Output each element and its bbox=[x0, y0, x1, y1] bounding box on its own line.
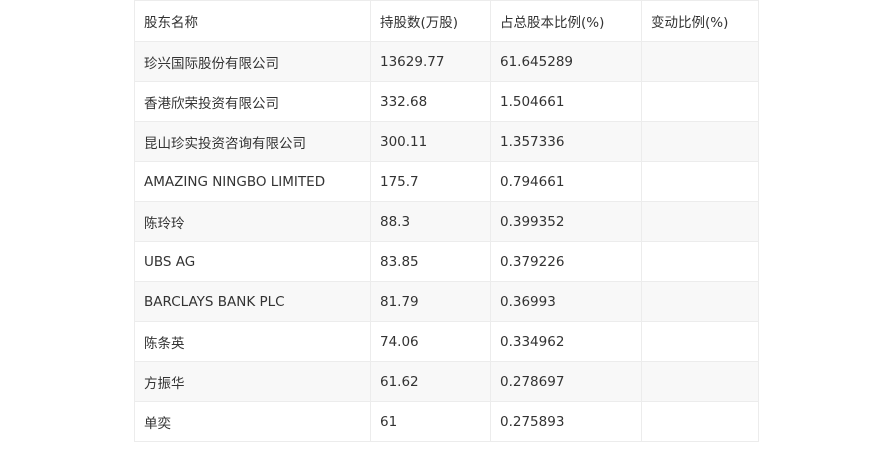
table-row: 珍兴国际股份有限公司 13629.77 61.645289 bbox=[134, 41, 759, 82]
table-row: BARCLAYS BANK PLC 81.79 0.36993 bbox=[134, 281, 759, 322]
cell-change bbox=[641, 241, 759, 282]
cell-shares: 88.3 bbox=[370, 201, 491, 242]
cell-shares: 74.06 bbox=[370, 321, 491, 362]
cell-ratio: 0.278697 bbox=[490, 361, 642, 402]
table-row: 陈玲玲 88.3 0.399352 bbox=[134, 201, 759, 242]
cell-change bbox=[641, 161, 759, 202]
cell-change bbox=[641, 361, 759, 402]
cell-shares: 13629.77 bbox=[370, 41, 491, 82]
table-header-row: 股东名称 持股数(万股) 占总股本比例(%) 变动比例(%) bbox=[134, 0, 759, 42]
cell-name: 昆山珍实投资咨询有限公司 bbox=[134, 121, 371, 162]
cell-shares: 61.62 bbox=[370, 361, 491, 402]
table-row: AMAZING NINGBO LIMITED 175.7 0.794661 bbox=[134, 161, 759, 202]
cell-name: 珍兴国际股份有限公司 bbox=[134, 41, 371, 82]
cell-shares: 81.79 bbox=[370, 281, 491, 322]
cell-shares: 175.7 bbox=[370, 161, 491, 202]
cell-change bbox=[641, 81, 759, 122]
cell-ratio: 0.275893 bbox=[490, 401, 642, 442]
cell-name: 陈玲玲 bbox=[134, 201, 371, 242]
cell-shares: 83.85 bbox=[370, 241, 491, 282]
cell-ratio: 61.645289 bbox=[490, 41, 642, 82]
cell-name: 陈条英 bbox=[134, 321, 371, 362]
table-row: 香港欣荣投资有限公司 332.68 1.504661 bbox=[134, 81, 759, 122]
header-change-ratio: 变动比例(%) bbox=[641, 0, 759, 42]
table-row: UBS AG 83.85 0.379226 bbox=[134, 241, 759, 282]
cell-change bbox=[641, 281, 759, 322]
cell-ratio: 0.399352 bbox=[490, 201, 642, 242]
shareholder-table-container: 股东名称 持股数(万股) 占总股本比例(%) 变动比例(%) 珍兴国际股份有限公… bbox=[134, 0, 759, 442]
cell-name: AMAZING NINGBO LIMITED bbox=[134, 161, 371, 202]
header-share-ratio: 占总股本比例(%) bbox=[490, 0, 642, 42]
cell-change bbox=[641, 121, 759, 162]
table-row: 昆山珍实投资咨询有限公司 300.11 1.357336 bbox=[134, 121, 759, 162]
cell-shares: 61 bbox=[370, 401, 491, 442]
table-row: 陈条英 74.06 0.334962 bbox=[134, 321, 759, 362]
header-shareholder-name: 股东名称 bbox=[134, 0, 371, 42]
cell-change bbox=[641, 401, 759, 442]
cell-name: 香港欣荣投资有限公司 bbox=[134, 81, 371, 122]
header-shares-held: 持股数(万股) bbox=[370, 0, 491, 42]
cell-change bbox=[641, 321, 759, 362]
cell-ratio: 1.504661 bbox=[490, 81, 642, 122]
cell-shares: 300.11 bbox=[370, 121, 491, 162]
cell-name: UBS AG bbox=[134, 241, 371, 282]
cell-ratio: 1.357336 bbox=[490, 121, 642, 162]
cell-name: 单奕 bbox=[134, 401, 371, 442]
cell-name: 方振华 bbox=[134, 361, 371, 402]
cell-ratio: 0.36993 bbox=[490, 281, 642, 322]
cell-ratio: 0.794661 bbox=[490, 161, 642, 202]
shareholder-table: 股东名称 持股数(万股) 占总股本比例(%) 变动比例(%) 珍兴国际股份有限公… bbox=[134, 0, 759, 442]
cell-shares: 332.68 bbox=[370, 81, 491, 122]
cell-name: BARCLAYS BANK PLC bbox=[134, 281, 371, 322]
table-row: 方振华 61.62 0.278697 bbox=[134, 361, 759, 402]
cell-change bbox=[641, 201, 759, 242]
table-row: 单奕 61 0.275893 bbox=[134, 401, 759, 442]
cell-change bbox=[641, 41, 759, 82]
cell-ratio: 0.334962 bbox=[490, 321, 642, 362]
cell-ratio: 0.379226 bbox=[490, 241, 642, 282]
